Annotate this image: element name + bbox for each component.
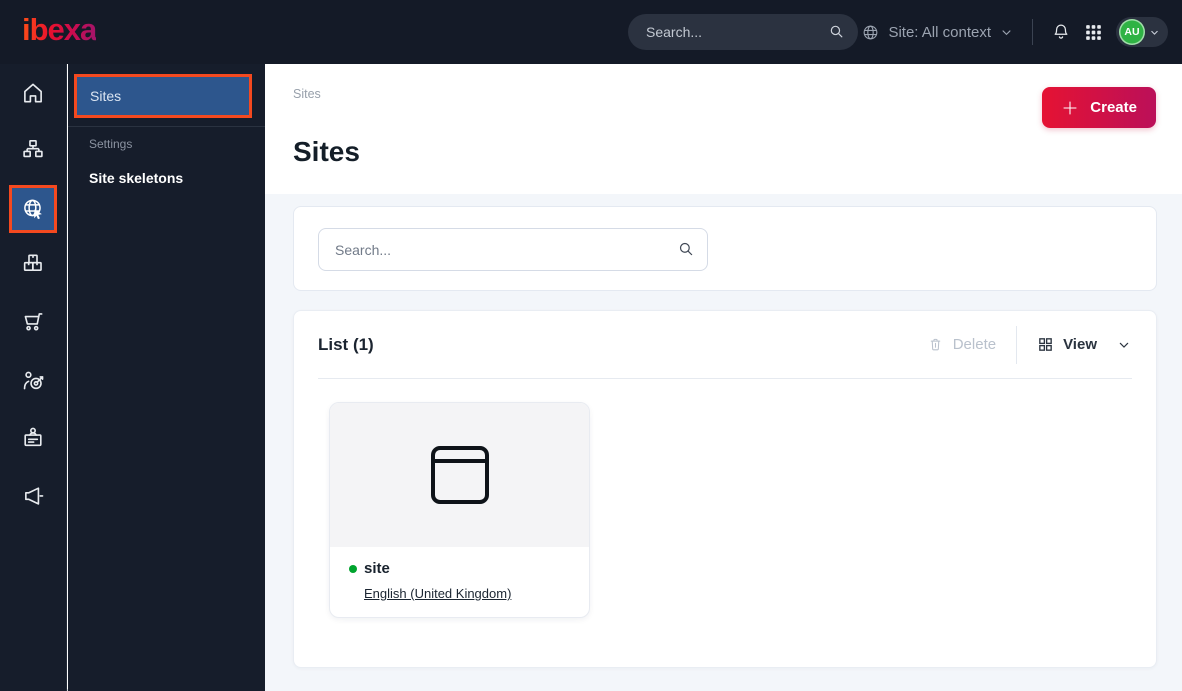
globe-cursor-icon	[20, 196, 46, 222]
list-divider	[318, 378, 1132, 379]
search-icon	[677, 240, 695, 258]
sidebar-item-product-catalog[interactable]	[0, 251, 66, 277]
sidebar-item-site-skeletons[interactable]: Site skeletons	[89, 170, 183, 186]
ibexa-admin-page: ibexa Site: All context	[0, 0, 1182, 691]
sidebar-item-marketing[interactable]	[0, 483, 66, 509]
global-search	[628, 14, 858, 50]
global-search-input[interactable]	[628, 14, 858, 50]
chevron-down-icon	[999, 25, 1014, 40]
top-bar: ibexa Site: All context	[0, 0, 1182, 64]
sites-list-card: List (1) Delete View site English (Unite…	[293, 310, 1157, 668]
sidebar-item-label: Site skeletons	[89, 170, 184, 186]
chevron-down-icon	[1148, 26, 1161, 39]
notifications-button[interactable]	[1051, 22, 1071, 42]
sidebar-item-site-management-active[interactable]	[9, 185, 57, 233]
ibexa-logo: ibexa	[22, 12, 97, 47]
delete-button-label: Delete	[952, 336, 997, 353]
site-language-link[interactable]: English (United Kingdom)	[364, 586, 511, 601]
page-title: Sites	[293, 136, 360, 167]
badge-icon	[20, 425, 46, 451]
main-panel: Sites Create Sites List (1)	[265, 64, 1182, 691]
list-header: List (1) Delete View	[318, 311, 1132, 378]
controls-divider	[1016, 325, 1018, 364]
trash-icon	[927, 336, 944, 353]
site-context-label: Site: All context	[888, 23, 991, 41]
sidebar-item-dashboard[interactable]	[0, 80, 66, 106]
megaphone-icon	[20, 483, 46, 509]
search-icon	[828, 23, 845, 40]
icon-rail	[0, 64, 67, 691]
browser-window-icon	[430, 446, 489, 504]
cart-icon	[20, 309, 46, 335]
person-target-icon	[20, 368, 46, 394]
view-button-label: View	[1063, 336, 1097, 353]
app-switcher-button[interactable]	[1084, 23, 1103, 42]
status-dot-icon	[349, 564, 357, 573]
topbar-divider	[1032, 19, 1033, 45]
delete-button[interactable]: Delete	[927, 336, 996, 353]
grid-apps-icon	[1084, 23, 1103, 42]
avatar: AU	[1119, 19, 1145, 45]
grid-view-icon	[1037, 336, 1054, 353]
home-icon	[20, 80, 46, 106]
site-context-selector[interactable]: Site: All context	[861, 23, 1014, 42]
breadcrumb[interactable]: Sites	[293, 87, 321, 101]
list-search	[318, 228, 708, 271]
site-info: site English (United Kingdom)	[330, 547, 589, 603]
menu-divider	[68, 126, 265, 127]
create-button-label: Create	[1090, 99, 1137, 116]
bell-icon	[1051, 22, 1071, 42]
site-card[interactable]: site English (United Kingdom)	[329, 402, 590, 618]
menu-section-label: Settings	[89, 137, 133, 151]
sidebar-item-label: Sites	[90, 88, 122, 104]
site-thumbnail	[330, 403, 589, 547]
sidebar-item-personalization[interactable]	[0, 368, 66, 394]
sidebar-item-content-structure[interactable]	[0, 137, 66, 163]
search-card	[293, 206, 1157, 291]
secondary-sidebar: Sites Settings Site skeletons	[68, 64, 265, 691]
topbar-right-cluster: Site: All context AU	[861, 0, 1168, 64]
boxes-icon	[20, 251, 46, 277]
create-button[interactable]: Create	[1042, 87, 1156, 128]
sidebar-item-admin[interactable]	[0, 425, 66, 451]
list-title: List (1)	[318, 334, 374, 354]
user-menu[interactable]: AU	[1116, 17, 1168, 47]
chevron-down-icon	[1116, 337, 1132, 353]
view-switcher-button[interactable]: View	[1037, 336, 1132, 353]
site-name: site	[364, 560, 390, 577]
sitemap-icon	[20, 137, 46, 163]
sidebar-item-commerce[interactable]	[0, 309, 66, 335]
sidebar-item-sites-active[interactable]: Sites	[74, 74, 252, 118]
list-controls: Delete View	[927, 325, 1132, 364]
plus-icon	[1061, 99, 1079, 117]
globe-icon	[861, 23, 880, 42]
list-search-input[interactable]	[318, 228, 708, 271]
